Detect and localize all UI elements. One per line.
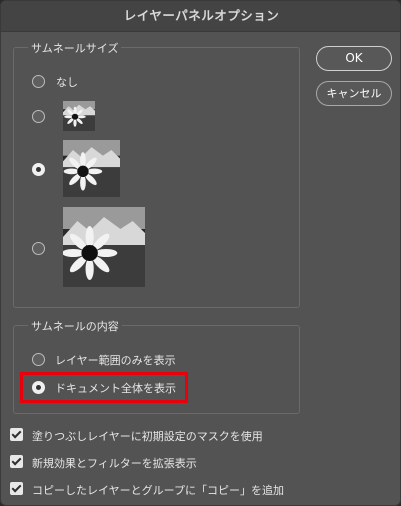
thumbnail-size-group-title: サムネールサイズ [28,40,122,56]
thumb-size-large-radio[interactable] [32,242,45,255]
use-default-masks-label[interactable]: 塗りつぶしレイヤーに初期設定のマスクを使用 [32,428,263,444]
thumb-size-medium-radio[interactable] [32,163,45,176]
sunflower-thumbnail-icon [63,207,145,287]
ok-button[interactable]: OK [316,46,392,71]
add-copy-label[interactable]: コピーしたレイヤーとグループに「コピー」を追加 [32,482,284,498]
cancel-button[interactable]: キャンセル [316,81,392,106]
add-copy-checkbox[interactable] [10,482,23,495]
sunflower-thumbnail-icon [63,101,95,131]
thumb-size-none-label[interactable]: なし [56,74,78,90]
thumbnail-large-image[interactable] [63,207,145,287]
thumb-size-small-radio[interactable] [32,110,45,123]
contents-layer-bounds-label[interactable]: レイヤー範囲のみを表示 [55,352,176,368]
thumb-size-none-radio[interactable] [32,75,45,88]
expand-new-effects-checkbox[interactable] [10,455,23,468]
thumbnail-contents-group-title: サムネールの内容 [28,318,122,334]
contents-layer-bounds-radio[interactable] [32,353,45,366]
dialog-title: レイヤーパネルオプション [1,1,400,32]
layer-panel-options-dialog: レイヤーパネルオプション サムネールサイズ なし サムネールの内容 レイヤー範囲… [0,0,401,506]
expand-new-effects-label[interactable]: 新規効果とフィルターを拡張表示 [32,455,197,471]
thumbnail-medium-image[interactable] [63,140,120,197]
sunflower-thumbnail-icon [63,140,120,197]
red-highlight-box [20,372,188,403]
use-default-masks-checkbox[interactable] [10,428,23,441]
thumbnail-small-image[interactable] [63,101,95,131]
